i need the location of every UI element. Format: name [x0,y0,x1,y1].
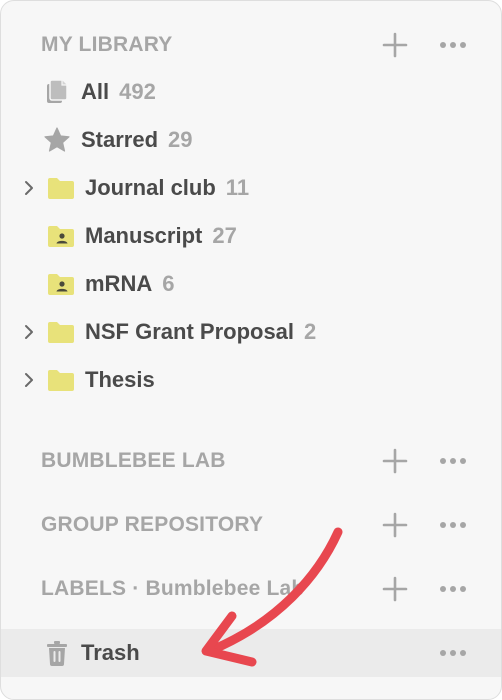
library-sidebar: MY LIBRARY All 492 Starred 29 Journal cl… [0,0,502,700]
library-item-label: mRNA 6 [85,271,175,296]
library-item-label: Thesis [85,367,155,392]
add-bumblebee-lab-item-button[interactable] [381,447,409,475]
chevron-right-icon[interactable] [21,323,37,341]
library-item-label: Manuscript 27 [85,223,237,248]
plus-icon [382,512,408,538]
shared-folder-icon [48,274,74,295]
item-count: 492 [119,79,156,104]
trash-more-button[interactable] [437,639,469,667]
labels-more-button[interactable] [437,575,469,603]
add-label-button[interactable] [381,575,409,603]
labels-header[interactable]: LABELS · Bumblebee Lab [1,567,501,611]
trash-label: Trash [81,640,140,665]
add-library-item-button[interactable] [381,31,409,59]
folder-icon [48,322,74,343]
library-item-label: Journal club 11 [85,175,250,200]
library-item-label: All 492 [81,79,156,104]
labels-title: LABELS · Bumblebee Lab [41,577,305,600]
more-dots-icon [440,522,466,528]
bumblebee-lab-title: BUMBLEBEE LAB [41,449,226,472]
library-more-button[interactable] [437,31,469,59]
library-item-all[interactable]: All 492 [1,69,501,115]
bumblebee-lab-header[interactable]: BUMBLEBEE LAB [1,439,501,483]
shared-folder-icon [48,226,74,247]
more-dots-icon [440,42,466,48]
chevron-right-icon[interactable] [21,371,37,389]
plus-icon [382,448,408,474]
library-item-manuscript[interactable]: Manuscript 27 [1,213,501,259]
library-item-starred[interactable]: Starred 29 [1,117,501,163]
item-count: 2 [304,319,317,344]
library-item-label: NSF Grant Proposal 2 [85,319,317,344]
more-dots-icon [440,650,466,656]
folder-icon [48,178,74,199]
library-item-nsf-grant-proposal[interactable]: NSF Grant Proposal 2 [1,309,501,355]
library-item-mrna[interactable]: mRNA 6 [1,261,501,307]
folder-icon [48,370,74,391]
chevron-right-icon[interactable] [21,179,37,197]
my-library-title: MY LIBRARY [41,33,173,56]
group-repository-title: GROUP REPOSITORY [41,513,264,536]
item-count: 6 [162,271,175,296]
library-item-journal-club[interactable]: Journal club 11 [1,165,501,211]
library-item-thesis[interactable]: Thesis [1,357,501,403]
group-repository-header[interactable]: GROUP REPOSITORY [1,503,501,547]
more-dots-icon [440,458,466,464]
group-repository-more-button[interactable] [437,511,469,539]
documents-icon [47,79,68,103]
item-count: 11 [225,175,250,200]
star-icon [44,127,70,152]
trash-icon [47,641,67,666]
item-count: 29 [168,127,193,152]
library-item-label: Starred 29 [81,127,193,152]
plus-icon [382,576,408,602]
add-group-repository-item-button[interactable] [381,511,409,539]
more-dots-icon [440,586,466,592]
plus-icon [382,32,408,58]
bumblebee-lab-more-button[interactable] [437,447,469,475]
trash-item[interactable]: Trash [1,629,501,677]
my-library-header: MY LIBRARY [1,23,501,67]
item-count: 27 [212,223,237,248]
